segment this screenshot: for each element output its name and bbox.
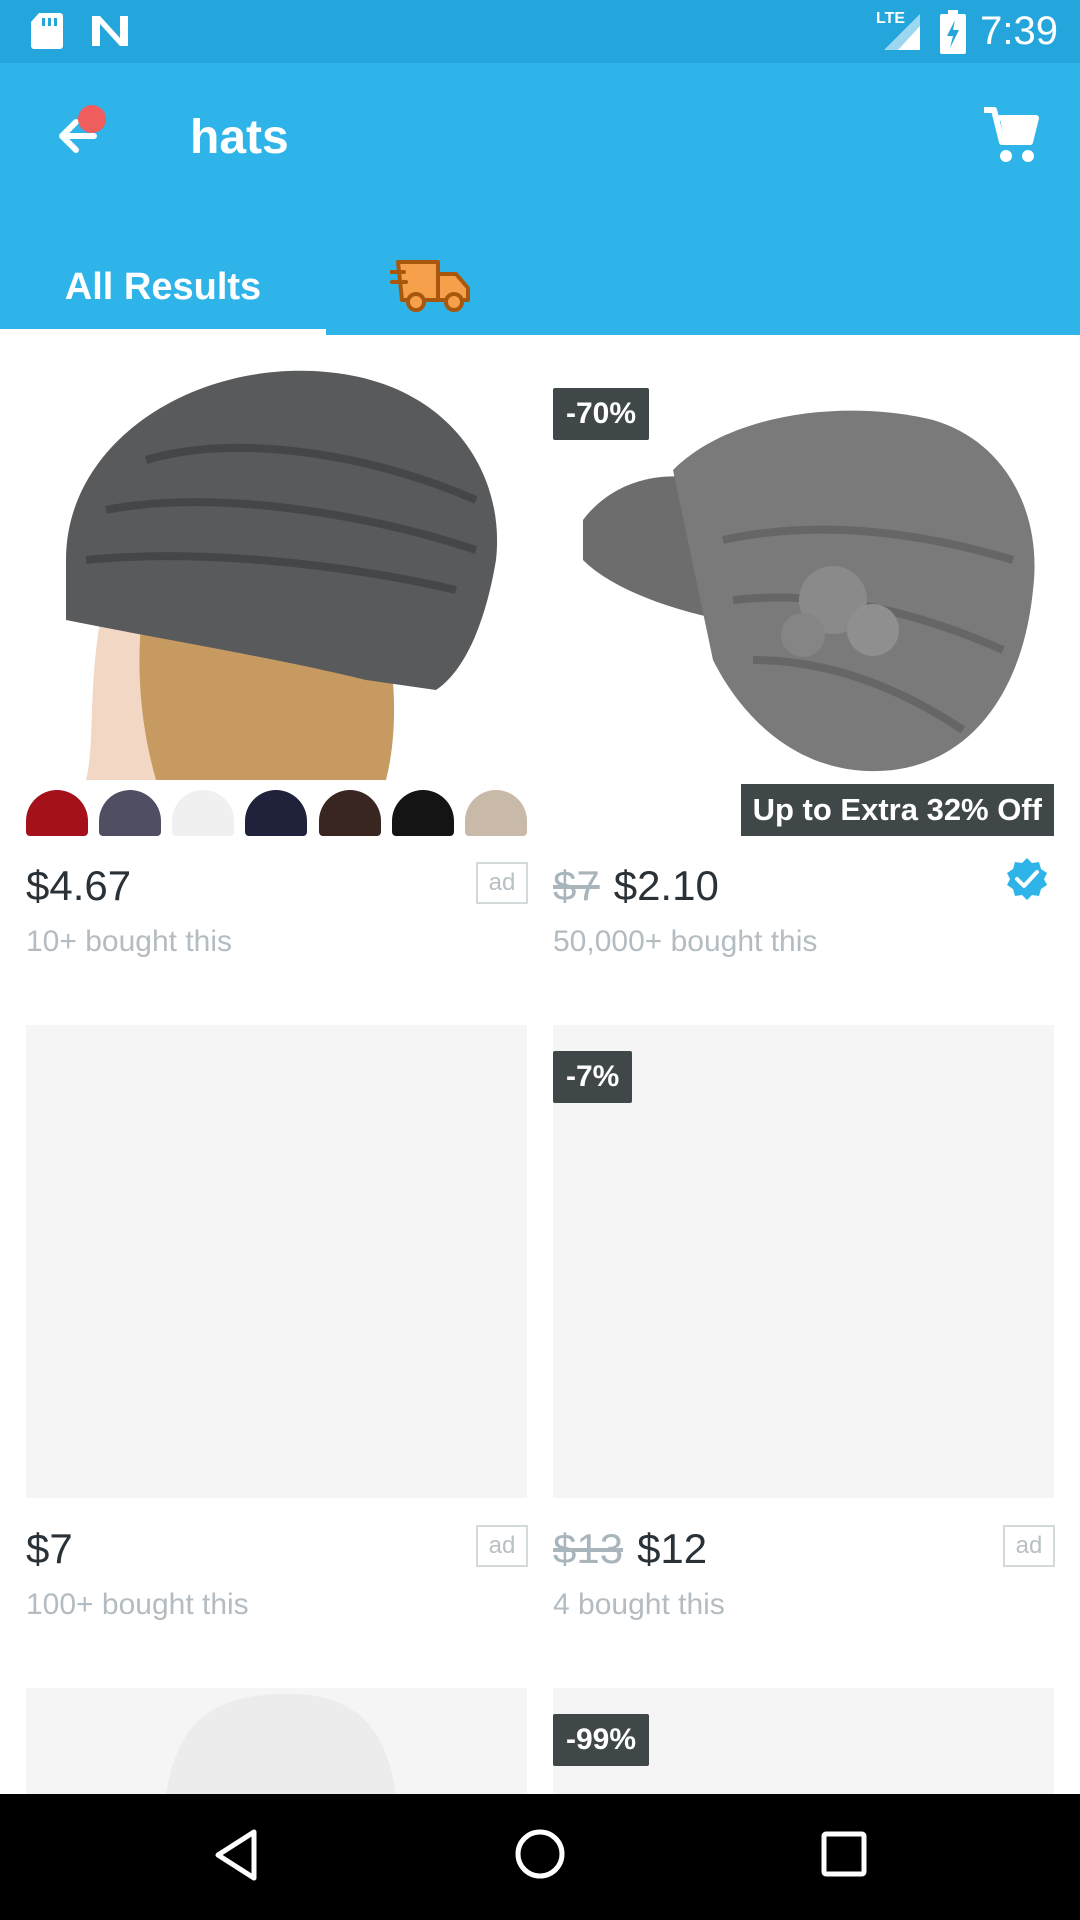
status-bar: LTE 7:39 [0, 0, 1080, 63]
delivery-truck-icon [390, 260, 470, 312]
clock: 7:39 [980, 9, 1058, 53]
shopping-cart-icon [984, 107, 1039, 162]
nav-recents-icon[interactable] [820, 1830, 868, 1878]
navigation-bar [0, 1794, 1080, 1920]
product-price: $7 [26, 1525, 73, 1572]
product-card-1[interactable] [26, 360, 527, 840]
swatch-1[interactable] [26, 790, 88, 836]
beanie-model-image [66, 370, 498, 780]
bought-count: 50,000+ bought this [553, 925, 818, 958]
product-card-3[interactable] [26, 1025, 527, 1498]
product-card-6[interactable]: -99% [553, 1688, 1054, 1794]
swatch-7[interactable] [464, 790, 527, 836]
sale-price: $12 [637, 1525, 708, 1572]
color-swatches [26, 790, 527, 842]
discount-badge: -70% [553, 388, 650, 440]
tab-indicator [0, 329, 326, 335]
page-title: hats [190, 111, 289, 164]
tab-delivery[interactable] [380, 240, 490, 335]
n-logo-icon [92, 16, 128, 46]
verified-check-icon [1007, 858, 1047, 900]
sale-price: $2.10 [613, 862, 719, 909]
product-image [166, 1693, 396, 1794]
product-price: $7 $2.10 [553, 860, 719, 912]
bought-count: 100+ bought this [26, 1588, 249, 1621]
nav-home-icon[interactable] [513, 1827, 567, 1881]
ad-badge: ad [1003, 1525, 1055, 1567]
product-price: $4.67 [26, 862, 132, 909]
swatch-2[interactable] [99, 790, 162, 836]
swatch-3[interactable] [172, 790, 235, 836]
ad-badge: ad [476, 1525, 528, 1567]
swatch-5[interactable] [318, 790, 381, 836]
bought-count: 10+ bought this [26, 925, 233, 958]
tab-all-results[interactable]: All Results [0, 240, 326, 335]
product-price: $13 $12 [553, 1523, 707, 1575]
discount-badge: -99% [553, 1714, 650, 1766]
bought-count: 4 bought this [553, 1588, 725, 1621]
ad-badge: ad [476, 862, 528, 904]
signal-icon [884, 14, 920, 50]
product-card-2[interactable]: -70% Up to Extra 32% Off [553, 360, 1054, 840]
back-button[interactable] [44, 105, 114, 175]
swatch-4[interactable] [245, 790, 308, 836]
product-card-4[interactable]: -7% [553, 1025, 1054, 1498]
extra-discount-badge: Up to Extra 32% Off [740, 784, 1054, 836]
sd-card-icon [31, 13, 63, 49]
cart-button[interactable] [980, 104, 1042, 166]
discount-badge: -7% [553, 1051, 633, 1103]
back-arrow-icon [59, 105, 106, 153]
nav-back-icon[interactable] [212, 1828, 260, 1882]
tab-label: All Results [64, 266, 262, 308]
product-card-5[interactable] [26, 1688, 527, 1794]
battery-charging-icon [940, 10, 966, 54]
original-price: $7 [553, 862, 600, 909]
original-price: $13 [553, 1525, 624, 1572]
swatch-6[interactable] [391, 790, 454, 836]
product-image [26, 360, 527, 840]
